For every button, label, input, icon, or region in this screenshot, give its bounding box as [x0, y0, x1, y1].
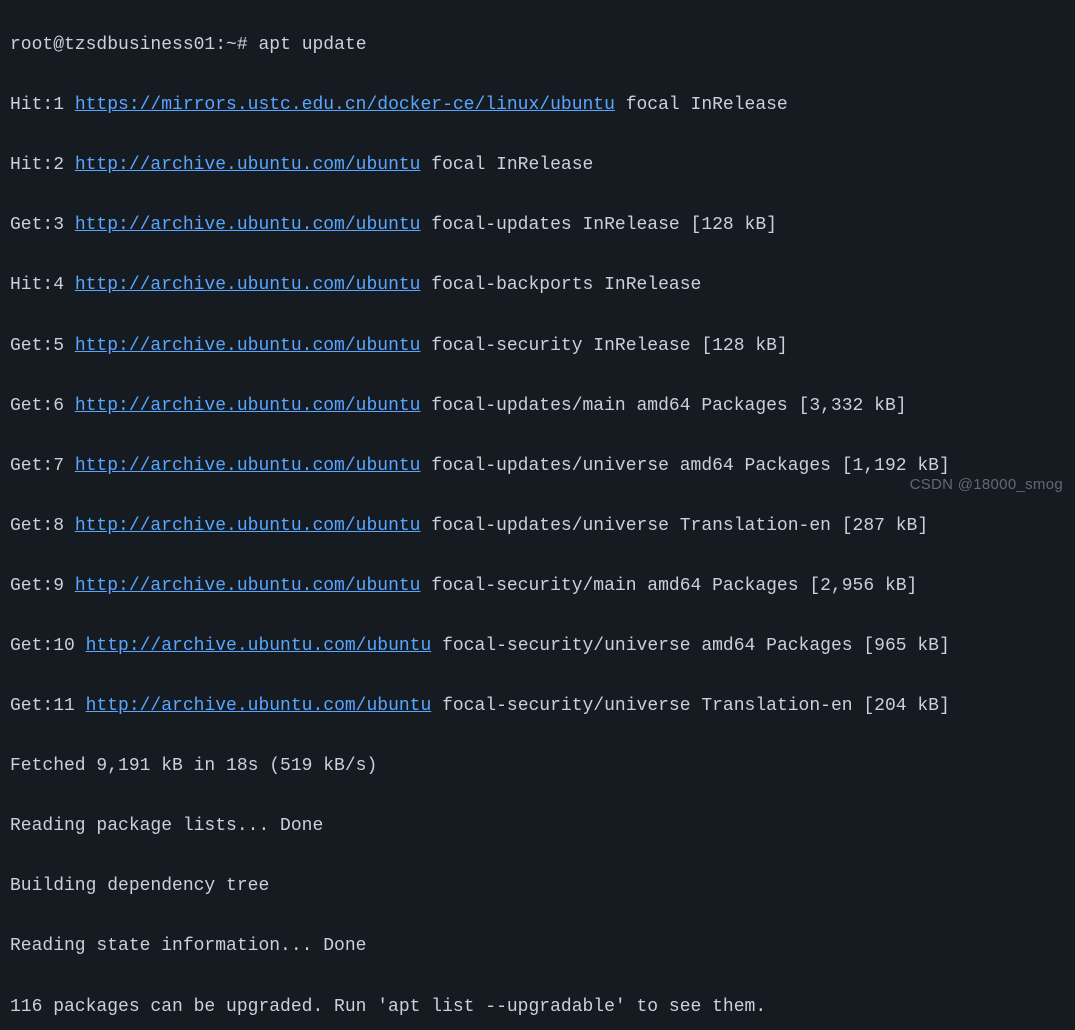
repo-url[interactable]: http://archive.ubuntu.com/ubuntu	[86, 636, 432, 656]
line-prefix: Get:8	[10, 516, 75, 536]
repo-url[interactable]: http://archive.ubuntu.com/ubuntu	[75, 456, 421, 476]
terminal-output[interactable]: root@tzsdbusiness01:~# apt update Hit:1 …	[10, 0, 1065, 1030]
output-line: Get:5 http://archive.ubuntu.com/ubuntu f…	[10, 331, 1065, 361]
output-line: Hit:2 http://archive.ubuntu.com/ubuntu f…	[10, 150, 1065, 180]
output-line: Get:7 http://archive.ubuntu.com/ubuntu f…	[10, 451, 1065, 481]
line-prefix: Hit:4	[10, 275, 75, 295]
prompt-symbol: #	[237, 35, 248, 55]
line-suffix: focal InRelease	[420, 155, 593, 175]
output-line: Get:3 http://archive.ubuntu.com/ubuntu f…	[10, 210, 1065, 240]
reading-lists-line: Reading package lists... Done	[10, 811, 1065, 841]
output-line: Hit:4 http://archive.ubuntu.com/ubuntu f…	[10, 270, 1065, 300]
line-prefix: Get:5	[10, 336, 75, 356]
repo-url[interactable]: http://archive.ubuntu.com/ubuntu	[86, 696, 432, 716]
repo-url[interactable]: http://archive.ubuntu.com/ubuntu	[75, 275, 421, 295]
line-suffix: focal-security/main amd64 Packages [2,95…	[420, 576, 917, 596]
prompt-path: ~	[226, 35, 237, 55]
line-suffix: focal-security InRelease [128 kB]	[420, 336, 787, 356]
output-line: Get:6 http://archive.ubuntu.com/ubuntu f…	[10, 391, 1065, 421]
repo-url[interactable]: http://archive.ubuntu.com/ubuntu	[75, 576, 421, 596]
line-suffix: focal-updates/main amd64 Packages [3,332…	[420, 396, 906, 416]
line-prefix: Get:3	[10, 215, 75, 235]
upgradable-line: 116 packages can be upgraded. Run 'apt l…	[10, 992, 1065, 1022]
line-suffix: focal-security/universe Translation-en […	[431, 696, 949, 716]
watermark-text: CSDN @18000_smog	[910, 472, 1063, 497]
repo-url[interactable]: http://archive.ubuntu.com/ubuntu	[75, 336, 421, 356]
line-prefix: Get:10	[10, 636, 86, 656]
repo-url[interactable]: https://mirrors.ustc.edu.cn/docker-ce/li…	[75, 95, 615, 115]
line-prefix: Hit:1	[10, 95, 75, 115]
building-tree-line: Building dependency tree	[10, 871, 1065, 901]
line-suffix: focal InRelease	[615, 95, 788, 115]
fetched-line: Fetched 9,191 kB in 18s (519 kB/s)	[10, 751, 1065, 781]
line-suffix: focal-security/universe amd64 Packages […	[431, 636, 949, 656]
output-line: Get:10 http://archive.ubuntu.com/ubuntu …	[10, 631, 1065, 661]
repo-url[interactable]: http://archive.ubuntu.com/ubuntu	[75, 215, 421, 235]
repo-url[interactable]: http://archive.ubuntu.com/ubuntu	[75, 396, 421, 416]
output-line: Hit:1 https://mirrors.ustc.edu.cn/docker…	[10, 90, 1065, 120]
prompt-line: root@tzsdbusiness01:~# apt update	[10, 30, 1065, 60]
output-line: Get:8 http://archive.ubuntu.com/ubuntu f…	[10, 511, 1065, 541]
line-suffix: focal-updates InRelease [128 kB]	[420, 215, 776, 235]
line-prefix: Get:11	[10, 696, 86, 716]
prompt-user-host: root@tzsdbusiness01	[10, 35, 215, 55]
line-suffix: focal-updates/universe Translation-en [2…	[420, 516, 928, 536]
repo-url[interactable]: http://archive.ubuntu.com/ubuntu	[75, 516, 421, 536]
reading-state-line: Reading state information... Done	[10, 931, 1065, 961]
line-suffix: focal-updates/universe amd64 Packages [1…	[420, 456, 949, 476]
line-prefix: Get:6	[10, 396, 75, 416]
command-text: apt update	[258, 35, 366, 55]
output-line: Get:9 http://archive.ubuntu.com/ubuntu f…	[10, 571, 1065, 601]
output-line: Get:11 http://archive.ubuntu.com/ubuntu …	[10, 691, 1065, 721]
repo-url[interactable]: http://archive.ubuntu.com/ubuntu	[75, 155, 421, 175]
line-prefix: Get:9	[10, 576, 75, 596]
line-suffix: focal-backports InRelease	[420, 275, 701, 295]
line-prefix: Hit:2	[10, 155, 75, 175]
line-prefix: Get:7	[10, 456, 75, 476]
